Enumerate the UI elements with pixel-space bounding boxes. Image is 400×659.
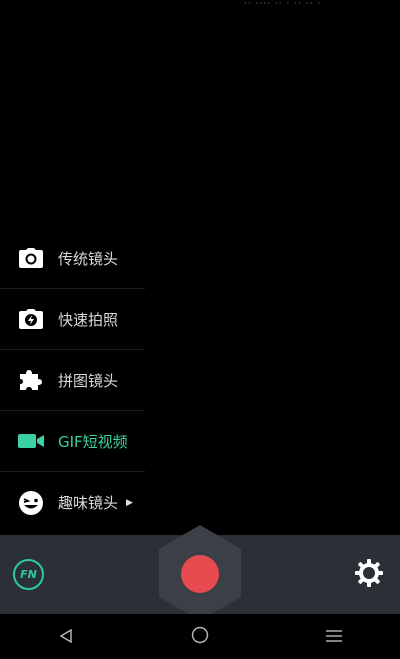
- camera-icon: [17, 244, 45, 272]
- system-nav-bar: [0, 614, 400, 659]
- home-circle-icon: [191, 626, 209, 648]
- submenu-arrow-icon: ▶: [126, 497, 133, 508]
- gear-icon: [354, 558, 384, 592]
- shutter-button[interactable]: [181, 555, 219, 593]
- fn-button[interactable]: FN: [13, 559, 44, 590]
- menu-lines-icon: [325, 628, 343, 647]
- puzzle-icon: [17, 366, 45, 394]
- menu-item-gif-video[interactable]: GIF短视频: [0, 411, 145, 472]
- back-triangle-icon: [59, 628, 73, 647]
- funny-face-icon: [17, 489, 45, 517]
- status-watermark: ·· ···· ·· · ·· ·· ·: [244, 0, 322, 8]
- quick-camera-icon: [17, 305, 45, 333]
- menu-item-label: GIF短视频: [58, 432, 128, 451]
- menu-item-quick-photo[interactable]: 快速拍照: [0, 289, 145, 350]
- nav-menu-button[interactable]: [323, 626, 345, 648]
- menu-item-puzzle-lens[interactable]: 拼图镜头: [0, 350, 145, 411]
- menu-item-traditional-lens[interactable]: 传统镜头: [0, 228, 145, 289]
- mode-menu: 传统镜头 快速拍照 拼图镜头 GIF短视频 趣味镜头 ▶: [0, 228, 145, 533]
- fn-label: FN: [20, 568, 37, 581]
- menu-item-label: 快速拍照: [58, 310, 119, 329]
- nav-back-button[interactable]: [55, 626, 77, 648]
- shutter-area: [155, 525, 245, 621]
- menu-item-label: 传统镜头: [58, 249, 119, 268]
- menu-item-label: 趣味镜头: [58, 494, 119, 512]
- menu-item-fun-lens[interactable]: 趣味镜头 ▶: [0, 472, 145, 533]
- menu-item-label: 拼图镜头: [58, 371, 119, 390]
- settings-button[interactable]: [353, 559, 385, 591]
- video-camera-icon: [17, 427, 45, 455]
- nav-home-button[interactable]: [189, 626, 211, 648]
